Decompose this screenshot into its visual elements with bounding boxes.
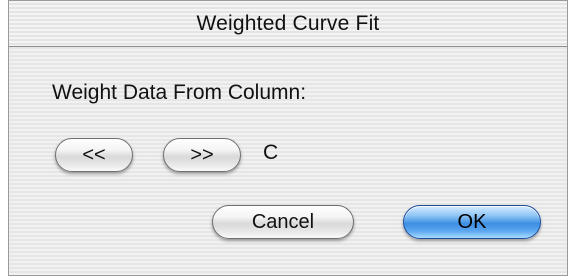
weighted-curve-fit-dialog: Weighted Curve Fit Weight Data From Colu… bbox=[8, 0, 568, 276]
selected-column-value: C bbox=[263, 141, 279, 164]
dialog-title: Weighted Curve Fit bbox=[196, 11, 380, 35]
title-bar[interactable]: Weighted Curve Fit bbox=[9, 1, 567, 47]
next-column-button[interactable]: >> bbox=[163, 138, 241, 172]
ok-button[interactable]: OK bbox=[403, 205, 541, 239]
previous-column-button[interactable]: << bbox=[55, 138, 133, 172]
cancel-button[interactable]: Cancel bbox=[212, 205, 354, 239]
weight-column-label: Weight Data From Column: bbox=[52, 81, 307, 104]
